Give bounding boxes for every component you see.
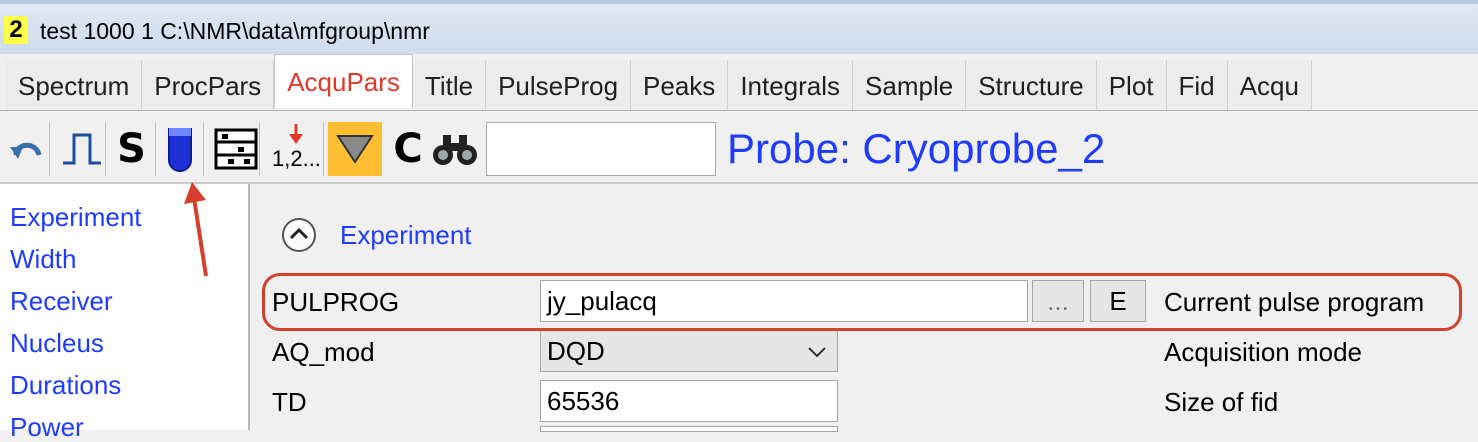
tab-structure[interactable]: Structure bbox=[966, 60, 1097, 110]
c-button[interactable]: C bbox=[384, 122, 432, 176]
c-label: C bbox=[393, 126, 423, 172]
triangle-down-icon bbox=[335, 135, 374, 164]
td-input[interactable]: 65536 bbox=[540, 380, 838, 422]
tab-integrals[interactable]: Integrals bbox=[728, 60, 854, 110]
tab-sample[interactable]: Sample bbox=[853, 60, 967, 110]
window-number-badge: 2 bbox=[4, 16, 28, 44]
tab-spectrum[interactable]: Spectrum bbox=[6, 60, 143, 110]
numbering-button[interactable]: 1,2... bbox=[270, 122, 324, 176]
sidebar-item-power[interactable]: Power bbox=[10, 412, 84, 442]
annotation-arrow bbox=[184, 182, 208, 277]
tab-plot[interactable]: Plot bbox=[1096, 60, 1167, 110]
chevron-up-icon bbox=[289, 227, 309, 240]
pulse-button[interactable] bbox=[58, 122, 106, 176]
aq-mod-select[interactable]: DQD bbox=[540, 330, 838, 372]
tab-peaks[interactable]: Peaks bbox=[631, 60, 729, 110]
sample-tube-icon bbox=[167, 128, 192, 172]
next-param-input[interactable] bbox=[540, 426, 838, 432]
binoculars-icon bbox=[433, 135, 477, 165]
window-title: test 1000 1 C:\NMR\data\mfgroup\nmr bbox=[40, 18, 430, 44]
triangle-filter-button[interactable] bbox=[328, 122, 382, 176]
param-name-td: TD bbox=[272, 387, 307, 417]
table-layout-icon bbox=[214, 128, 257, 170]
tab-title[interactable]: Title bbox=[412, 60, 487, 110]
aq-mod-value: DQD bbox=[547, 336, 605, 366]
pulprog-highlight-annotation bbox=[262, 273, 1462, 331]
tab-acqupars[interactable]: AcquPars bbox=[274, 54, 413, 108]
tab-bar: Spectrum ProcPars AcquPars Title PulsePr… bbox=[0, 54, 1478, 111]
toolbar: S 1,2... C Probe: Cryoprobe_2 bbox=[0, 118, 1478, 184]
section-title: Experiment bbox=[340, 220, 472, 250]
collapse-section-button[interactable] bbox=[282, 218, 316, 252]
table-button[interactable] bbox=[212, 122, 260, 176]
window-title-bar: 2 test 1000 1 C:\NMR\data\mfgroup\nmr bbox=[0, 0, 1478, 54]
undo-button[interactable] bbox=[2, 122, 50, 176]
sidebar-item-durations[interactable]: Durations bbox=[10, 370, 121, 400]
undo-icon bbox=[9, 142, 41, 159]
param-desc-td: Size of fid bbox=[1164, 387, 1279, 417]
tab-fid[interactable]: Fid bbox=[1166, 60, 1228, 110]
tab-acqu[interactable]: Acqu bbox=[1227, 60, 1312, 110]
sample-tube-button[interactable] bbox=[156, 122, 204, 176]
param-name-aq-mod: AQ_mod bbox=[272, 337, 375, 367]
s-label: S bbox=[117, 126, 146, 172]
tab-pulseprog[interactable]: PulseProg bbox=[486, 60, 632, 110]
tab-procpars[interactable]: ProcPars bbox=[142, 60, 275, 110]
sidebar-item-nucleus[interactable]: Nucleus bbox=[10, 328, 104, 358]
pulse-icon bbox=[62, 133, 101, 165]
toolbar-search-input[interactable] bbox=[486, 122, 716, 176]
numbering-label: 1,2... bbox=[272, 146, 321, 171]
sidebar-item-receiver[interactable]: Receiver bbox=[10, 286, 113, 316]
probe-label: Probe: Cryoprobe_2 bbox=[727, 125, 1106, 172]
find-button[interactable] bbox=[430, 122, 480, 176]
s-button[interactable]: S bbox=[108, 122, 156, 176]
param-desc-aq-mod: Acquisition mode bbox=[1164, 337, 1362, 367]
sidebar-item-experiment[interactable]: Experiment bbox=[10, 202, 142, 232]
chevron-down-icon bbox=[808, 347, 826, 358]
sidebar-item-width[interactable]: Width bbox=[10, 244, 76, 274]
